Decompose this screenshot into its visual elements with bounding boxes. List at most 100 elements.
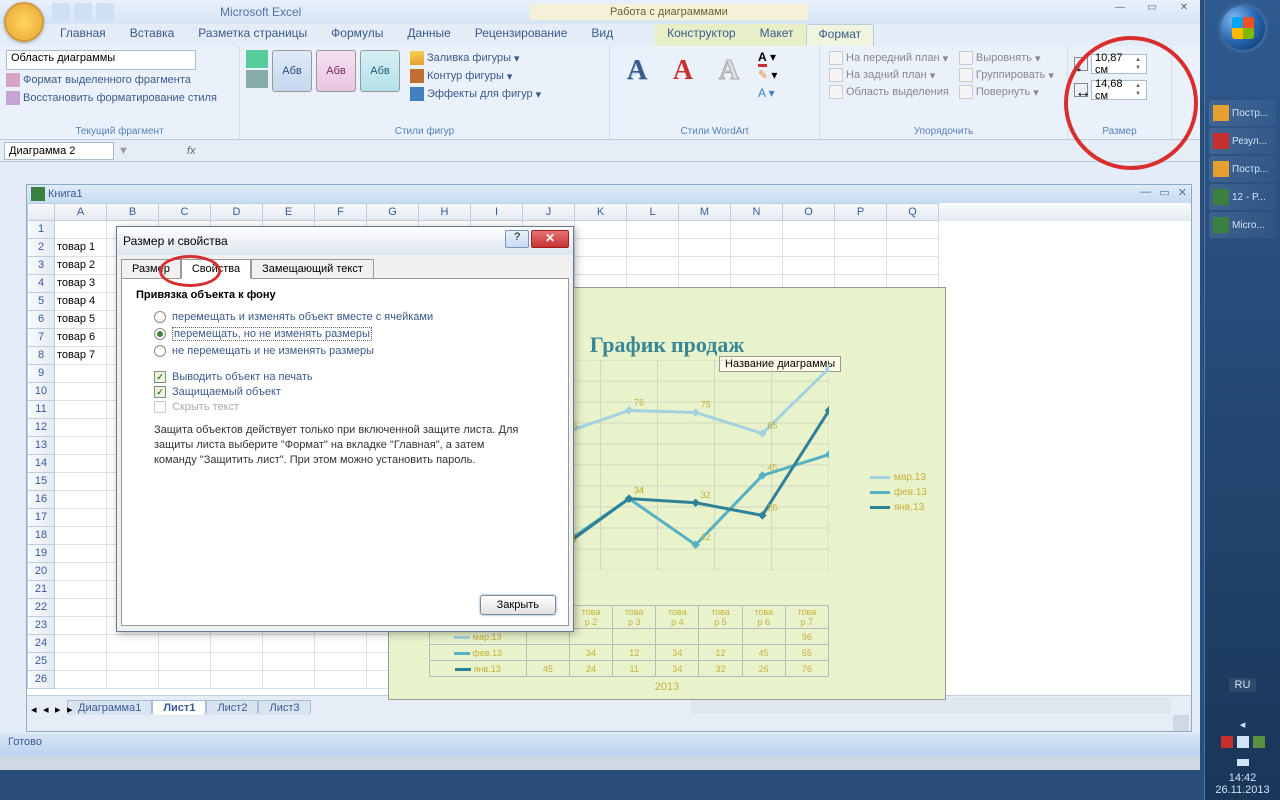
col-header[interactable]: B [107, 203, 159, 221]
cell[interactable]: товар 4 [55, 293, 107, 311]
tab-data[interactable]: Данные [395, 24, 462, 46]
clock-date[interactable]: 26.11.2013 [1205, 784, 1280, 796]
bring-front-button[interactable]: На передний план ▾ [826, 50, 952, 66]
wordart-1[interactable]: А [616, 50, 658, 92]
shape-swatch-icon[interactable] [246, 50, 268, 68]
cell[interactable] [55, 221, 107, 239]
cell[interactable] [55, 581, 107, 599]
text-fill-icon[interactable]: A ▾ [758, 50, 777, 64]
col-header[interactable]: K [575, 203, 627, 221]
taskbar-item[interactable]: Постр... [1209, 100, 1276, 126]
col-header[interactable]: G [367, 203, 419, 221]
col-header[interactable]: L [627, 203, 679, 221]
row-header[interactable]: 4 [27, 275, 55, 293]
shape-style-2[interactable]: Абв [316, 50, 356, 92]
qat-redo-icon[interactable] [96, 3, 114, 21]
row-header[interactable]: 21 [27, 581, 55, 599]
cell[interactable] [627, 239, 679, 257]
wordart-3[interactable]: А [708, 50, 750, 92]
shape-style-1[interactable]: Абв [272, 50, 312, 92]
row-header[interactable]: 12 [27, 419, 55, 437]
selection-pane-button[interactable]: Область выделения [826, 84, 952, 100]
row-header[interactable]: 10 [27, 383, 55, 401]
row-header[interactable]: 6 [27, 311, 55, 329]
cell[interactable] [731, 239, 783, 257]
cell[interactable] [55, 509, 107, 527]
rotate-button[interactable]: Повернуть ▾ [956, 84, 1057, 100]
office-button[interactable] [4, 2, 44, 42]
tray-arrow-icon[interactable]: ◂ [1237, 718, 1249, 730]
cell[interactable] [627, 221, 679, 239]
cell[interactable] [679, 257, 731, 275]
radio-move-size[interactable]: перемещать и изменять объект вместе с яч… [154, 311, 554, 323]
cell[interactable] [55, 563, 107, 581]
tab-home[interactable]: Главная [48, 24, 118, 46]
chart-legend[interactable]: мар.13фев.13янв.13 [870, 468, 927, 517]
cell[interactable] [55, 617, 107, 635]
cell[interactable] [159, 653, 211, 671]
row-header[interactable]: 3 [27, 257, 55, 275]
shape-outline-button[interactable]: Контур фигуры ▾ [410, 68, 541, 84]
qat-undo-icon[interactable] [74, 3, 92, 21]
cell[interactable] [783, 221, 835, 239]
col-header[interactable]: C [159, 203, 211, 221]
wb-restore[interactable]: ▭ [1159, 186, 1169, 199]
text-outline-icon[interactable]: ✎ ▾ [758, 68, 777, 82]
col-header[interactable]: D [211, 203, 263, 221]
row-header[interactable]: 16 [27, 491, 55, 509]
cell[interactable] [887, 239, 939, 257]
app-horizontal-scroll[interactable] [0, 756, 1200, 770]
radio-move-only[interactable]: перемещать, но не изменять размеры [154, 327, 554, 341]
cell[interactable] [731, 257, 783, 275]
chart-title[interactable]: График продаж [590, 332, 745, 358]
cell[interactable] [315, 635, 367, 653]
cell[interactable] [263, 653, 315, 671]
send-back-button[interactable]: На задний план ▾ [826, 67, 952, 83]
tray-network-icon[interactable] [1253, 736, 1265, 748]
sheet-tab[interactable]: Лист2 [206, 700, 258, 715]
cell[interactable] [55, 653, 107, 671]
cell[interactable] [627, 257, 679, 275]
col-header[interactable]: I [471, 203, 523, 221]
row-header[interactable]: 15 [27, 473, 55, 491]
cell[interactable]: товар 6 [55, 329, 107, 347]
tray-volume-icon[interactable] [1237, 736, 1249, 748]
cell[interactable]: товар 7 [55, 347, 107, 365]
cell[interactable] [887, 257, 939, 275]
tab-insert[interactable]: Вставка [118, 24, 187, 46]
tab-view[interactable]: Вид [579, 24, 625, 46]
horizontal-scrollbar[interactable] [691, 698, 1171, 714]
col-header[interactable]: F [315, 203, 367, 221]
cell[interactable] [731, 221, 783, 239]
format-selection-button[interactable]: Формат выделенного фрагмента [6, 72, 191, 88]
cell[interactable] [315, 671, 367, 689]
select-all-corner[interactable] [27, 203, 55, 221]
cell[interactable] [55, 365, 107, 383]
cell[interactable] [783, 239, 835, 257]
cell[interactable] [835, 221, 887, 239]
shape-swatch2-icon[interactable] [246, 70, 268, 88]
cell[interactable] [55, 491, 107, 509]
cell[interactable] [211, 671, 263, 689]
cell[interactable] [679, 221, 731, 239]
cell[interactable] [835, 257, 887, 275]
qat-save-icon[interactable] [52, 3, 70, 21]
sheet-tab[interactable]: Лист3 [258, 700, 310, 715]
minimize-button[interactable]: ― [1108, 2, 1132, 18]
cell[interactable] [55, 527, 107, 545]
group-button[interactable]: Группировать ▾ [956, 67, 1057, 83]
cell[interactable] [575, 239, 627, 257]
row-header[interactable]: 1 [27, 221, 55, 239]
row-header[interactable]: 25 [27, 653, 55, 671]
row-header[interactable]: 2 [27, 239, 55, 257]
vertical-scrollbar[interactable] [1173, 715, 1189, 731]
align-button[interactable]: Выровнять ▾ [956, 50, 1057, 66]
row-header[interactable]: 26 [27, 671, 55, 689]
tab-page-layout[interactable]: Разметка страницы [186, 24, 319, 46]
row-header[interactable]: 8 [27, 347, 55, 365]
legend-item[interactable]: фев.13 [870, 487, 927, 498]
sheet-tab[interactable]: Лист1 [152, 700, 206, 715]
dialog-close-x[interactable]: ✕ [531, 230, 569, 248]
tray-flag-icon[interactable] [1221, 736, 1233, 748]
cell[interactable] [263, 635, 315, 653]
